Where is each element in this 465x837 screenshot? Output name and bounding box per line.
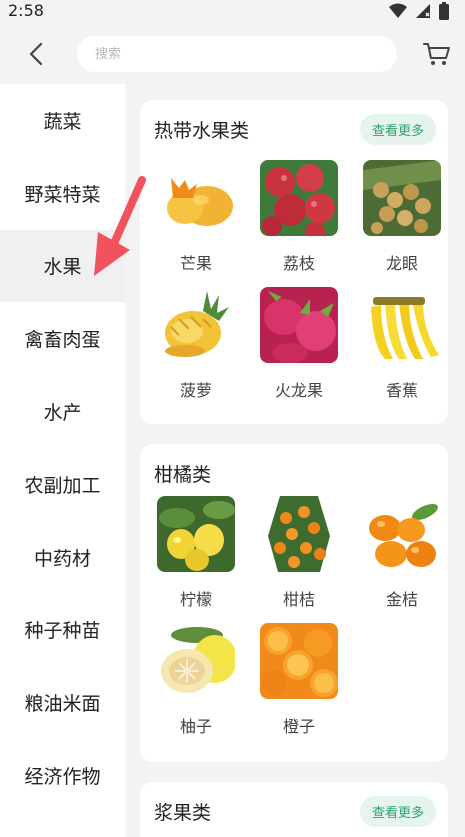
product-item-pomelo[interactable]: 柚子: [157, 623, 235, 736]
orange-image: [260, 623, 338, 699]
status-time: 2:58: [8, 1, 44, 20]
tangerine-image: [260, 496, 338, 572]
sidebar-item-meat-eggs[interactable]: 禽畜肉蛋: [0, 302, 125, 375]
battery-icon: [439, 2, 449, 20]
search-box[interactable]: [77, 36, 397, 72]
product-name: 火龙果: [274, 381, 323, 400]
pomelo-image: [157, 623, 235, 699]
section-title: 柑橘类: [154, 463, 212, 486]
product-item-mango[interactable]: 芒果: [157, 160, 235, 273]
search-input[interactable]: [95, 46, 397, 62]
product-name: 龙眼: [385, 254, 418, 273]
mango-image: [157, 160, 235, 236]
section-header: 浆果类 查看更多: [154, 795, 436, 827]
product-grid: 芒果 荔枝 龙眼 菠萝 火龙果 香蕉: [157, 160, 441, 400]
top-bar: [0, 24, 465, 84]
signal-icon: [416, 4, 430, 18]
view-more-button[interactable]: 查看更多: [359, 795, 436, 827]
status-bar: 2:58: [0, 0, 465, 24]
sidebar-item-label: 种子种苗: [24, 620, 101, 643]
sidebar-item-label: 水产: [43, 402, 82, 425]
product-item-kumquat[interactable]: 金桔: [363, 496, 441, 609]
product-name: 芒果: [179, 254, 212, 273]
sidebar-item-processed[interactable]: 农副加工: [0, 448, 125, 521]
pineapple-image: [157, 287, 235, 363]
status-icons: [389, 2, 449, 20]
product-item-longan[interactable]: 龙眼: [363, 160, 441, 273]
section-header: 热带水果类 查看更多: [154, 113, 436, 145]
product-name: 荔枝: [282, 254, 315, 273]
product-name: 柑桔: [282, 590, 315, 609]
sidebar-item-label: 水果: [43, 256, 82, 279]
product-grid: 柠檬 柑桔 金桔 柚子 橙子: [157, 496, 441, 736]
sidebar-item-label: 蔬菜: [43, 110, 82, 133]
product-item-lychee[interactable]: 荔枝: [260, 160, 338, 273]
product-item-pineapple[interactable]: 菠萝: [157, 287, 235, 400]
sidebar-item-label: 野菜特菜: [24, 183, 101, 206]
lemon-image: [157, 496, 235, 572]
section-header: 柑橘类: [154, 458, 436, 488]
section-card-citrus: 柑橘类 柠檬 柑桔 金桔 柚子 橙子: [140, 444, 448, 762]
sidebar-item-vegetables[interactable]: 蔬菜: [0, 84, 125, 157]
dragon-fruit-image: [260, 287, 338, 363]
sidebar-item-grain-oil[interactable]: 粮油米面: [0, 666, 125, 739]
section-title: 浆果类: [154, 801, 212, 824]
product-name: 菠萝: [179, 381, 212, 400]
back-arrow-icon: [29, 42, 43, 66]
sidebar-item-label: 农副加工: [24, 474, 101, 497]
cart-button[interactable]: [420, 38, 454, 70]
product-item-dragon-fruit[interactable]: 火龙果: [260, 287, 338, 400]
product-name: 柚子: [179, 717, 212, 736]
banana-image: [363, 287, 441, 363]
product-item-lemon[interactable]: 柠檬: [157, 496, 235, 609]
section-card-berries: 浆果类 查看更多: [140, 782, 448, 837]
lychee-image: [260, 160, 338, 236]
wifi-icon: [389, 3, 407, 18]
product-item-orange[interactable]: 橙子: [260, 623, 338, 736]
longan-image: [363, 160, 441, 236]
view-more-button[interactable]: 查看更多: [359, 113, 436, 145]
category-sidebar: 蔬菜 野菜特菜 水果 禽畜肉蛋 水产 农副加工 中药材 种子种苗 粮油米面 经济…: [0, 84, 125, 837]
sidebar-item-label: 粮油米面: [24, 693, 101, 716]
sidebar-item-label: 经济作物: [24, 766, 101, 789]
sidebar-item-aquatic[interactable]: 水产: [0, 375, 125, 448]
product-item-tangerine[interactable]: 柑桔: [260, 496, 338, 609]
sidebar-item-label: 禽畜肉蛋: [24, 329, 101, 352]
section-card-tropical: 热带水果类 查看更多 芒果 荔枝 龙眼 菠萝 火龙果 香蕉: [140, 100, 448, 424]
product-name: 金桔: [385, 590, 418, 609]
sidebar-item-seeds[interactable]: 种子种苗: [0, 594, 125, 667]
sidebar-item-fruit[interactable]: 水果: [0, 229, 125, 303]
back-button[interactable]: [20, 38, 52, 70]
sidebar-item-cash-crops[interactable]: 经济作物: [0, 739, 125, 812]
content-panel: 热带水果类 查看更多 芒果 荔枝 龙眼 菠萝 火龙果 香蕉 柑橘类 柠檬 柑桔 …: [125, 84, 465, 837]
cart-icon: [423, 43, 450, 65]
sidebar-item-label: 中药材: [33, 547, 91, 570]
product-name: 柠檬: [179, 590, 212, 609]
sidebar-item-herbs[interactable]: 中药材: [0, 521, 125, 594]
sidebar-item-wild-vegetables[interactable]: 野菜特菜: [0, 157, 125, 230]
product-name: 橙子: [282, 717, 315, 736]
section-title: 热带水果类: [154, 119, 250, 142]
product-item-banana[interactable]: 香蕉: [363, 287, 441, 400]
product-name: 香蕉: [385, 381, 418, 400]
kumquat-image: [363, 496, 441, 572]
